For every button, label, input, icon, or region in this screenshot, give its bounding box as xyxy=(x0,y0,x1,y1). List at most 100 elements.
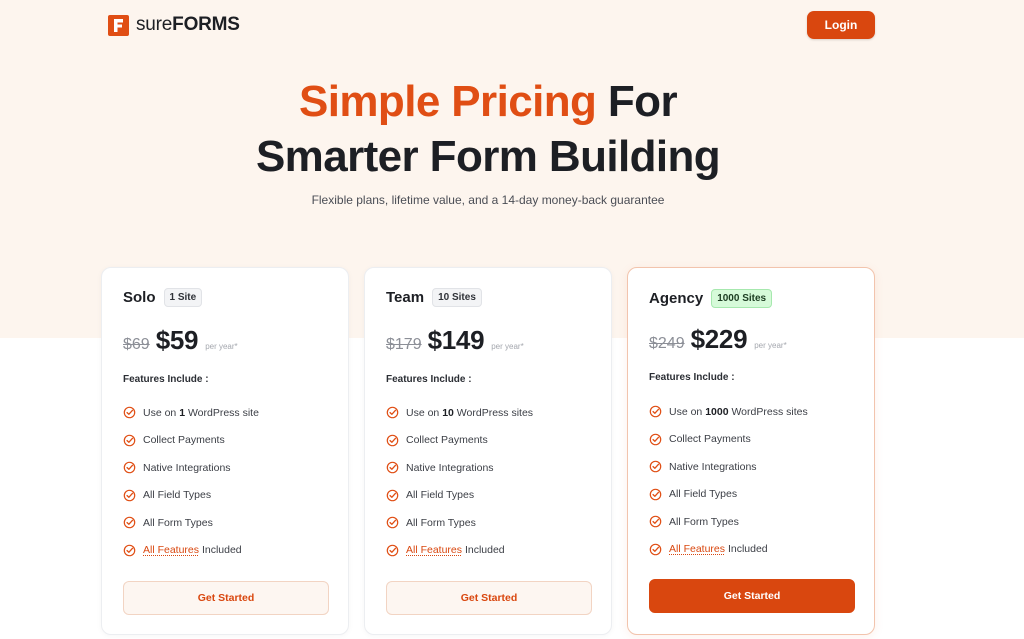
price-period: per year* xyxy=(754,341,787,350)
pricing-card-team: Team 10 Sites $179 $149 per year* Featur… xyxy=(364,267,612,635)
feature-item: All Field Types xyxy=(649,481,808,509)
price-period: per year* xyxy=(491,342,524,351)
feature-item: All Field Types xyxy=(123,482,259,510)
feature-item: Use on 1 WordPress site xyxy=(123,399,259,427)
feature-site-count: 10 xyxy=(442,406,454,419)
feature-text: All Field Types xyxy=(143,489,212,502)
title-rest: For xyxy=(596,77,678,126)
feature-text: Use on 1 WordPress site xyxy=(143,406,259,419)
price-row: $69 $59 per year* xyxy=(123,325,238,356)
feature-site-count: 1 xyxy=(179,406,186,419)
plan-sites-badge: 10 Sites xyxy=(432,288,482,307)
get-started-button[interactable]: Get Started xyxy=(649,579,855,613)
price-row: $179 $149 per year* xyxy=(386,325,524,356)
features-heading: Features Include : xyxy=(386,374,472,385)
check-circle-icon xyxy=(386,516,399,529)
feature-list: Use on 1000 WordPress sites Collect Payme… xyxy=(649,398,808,563)
page-title: Simple Pricing For Smarter Form Building xyxy=(0,74,976,184)
old-price: $69 xyxy=(123,336,150,353)
feature-item: Collect Payments xyxy=(123,427,259,455)
features-heading: Features Include : xyxy=(649,372,735,383)
get-started-button[interactable]: Get Started xyxy=(123,581,329,615)
check-circle-icon xyxy=(649,433,662,446)
plan-name: Team xyxy=(386,289,425,306)
feature-item: All Form Types xyxy=(386,509,533,537)
feature-text: All Field Types xyxy=(406,489,475,502)
get-started-button[interactable]: Get Started xyxy=(386,581,592,615)
check-circle-icon xyxy=(123,544,136,557)
check-circle-icon xyxy=(123,516,136,529)
all-features-link[interactable]: All Features xyxy=(406,544,462,556)
feature-text: Collect Payments xyxy=(143,434,225,447)
title-line2: Smarter Form Building xyxy=(255,132,721,181)
check-circle-icon xyxy=(386,461,399,474)
check-circle-icon xyxy=(649,515,662,528)
card-header: Agency 1000 Sites xyxy=(649,289,773,308)
feature-site-count: 1000 xyxy=(705,405,729,418)
price-row: $249 $229 per year* xyxy=(649,324,787,355)
site-header: sureFORMS Login xyxy=(0,0,1024,50)
pricing-card-solo: Solo 1 Site $69 $59 per year* Features I… xyxy=(101,267,349,635)
current-price: $149 xyxy=(427,325,485,355)
feature-text: All Form Types xyxy=(406,516,476,529)
feature-item: Collect Payments xyxy=(649,426,808,454)
features-heading: Features Include : xyxy=(123,374,209,385)
feature-text: Native Integrations xyxy=(406,461,494,474)
check-circle-icon xyxy=(649,488,662,501)
logo-wordmark: sureFORMS xyxy=(136,14,240,36)
feature-item: Native Integrations xyxy=(386,454,533,482)
feature-text: All Field Types xyxy=(669,488,738,501)
feature-text: Native Integrations xyxy=(143,461,231,474)
feature-text: Use on 10 WordPress sites xyxy=(406,406,534,419)
feature-text: All Form Types xyxy=(669,515,739,528)
all-features-link[interactable]: All Features xyxy=(669,543,725,555)
feature-item: All Field Types xyxy=(386,482,533,510)
check-circle-icon xyxy=(123,434,136,447)
check-circle-icon xyxy=(123,406,136,419)
feature-item: Use on 1000 WordPress sites xyxy=(649,398,808,426)
check-circle-icon xyxy=(649,405,662,418)
feature-text: All Features Included xyxy=(669,543,768,556)
login-button[interactable]: Login xyxy=(807,11,875,39)
current-price: $229 xyxy=(690,324,748,354)
feature-item: Native Integrations xyxy=(649,453,808,481)
feature-item: All Form Types xyxy=(649,508,808,536)
feature-item-all-features: All Features Included xyxy=(649,536,808,564)
sureforms-logo[interactable]: sureFORMS xyxy=(108,14,240,36)
logo-wordmark-bold: FORMS xyxy=(172,14,240,35)
price-period: per year* xyxy=(205,342,238,351)
feature-text: All Features Included xyxy=(143,544,242,557)
old-price: $179 xyxy=(386,336,422,353)
pricing-card-agency: Agency 1000 Sites $249 $229 per year* Fe… xyxy=(627,267,875,635)
feature-list: Use on 10 WordPress sites Collect Payment… xyxy=(386,399,533,564)
feature-text: All Form Types xyxy=(143,516,213,529)
feature-text: Collect Payments xyxy=(669,433,751,446)
current-price: $59 xyxy=(155,325,199,355)
check-circle-icon xyxy=(649,460,662,473)
plan-name: Agency xyxy=(649,290,704,307)
feature-item-all-features: All Features Included xyxy=(386,537,533,565)
check-circle-icon xyxy=(123,489,136,502)
feature-text: Use on 1000 WordPress sites xyxy=(669,405,808,418)
feature-item: All Form Types xyxy=(123,509,259,537)
feature-item: Collect Payments xyxy=(386,427,533,455)
check-circle-icon xyxy=(386,489,399,502)
feature-text: All Features Included xyxy=(406,544,505,557)
logo-wordmark-light: sure xyxy=(136,14,173,35)
check-circle-icon xyxy=(386,544,399,557)
feature-text: Collect Payments xyxy=(406,434,488,447)
card-header: Team 10 Sites xyxy=(386,288,482,307)
feature-item: Use on 10 WordPress sites xyxy=(386,399,533,427)
card-header: Solo 1 Site xyxy=(123,288,203,307)
feature-item-all-features: All Features Included xyxy=(123,537,259,565)
all-features-link[interactable]: All Features xyxy=(143,544,199,556)
plan-sites-badge: 1000 Sites xyxy=(711,289,773,308)
check-circle-icon xyxy=(386,406,399,419)
old-price: $249 xyxy=(649,335,685,352)
plan-name: Solo xyxy=(123,289,156,306)
page-subtitle: Flexible plans, lifetime value, and a 14… xyxy=(311,193,665,207)
check-circle-icon xyxy=(123,461,136,474)
plan-sites-badge: 1 Site xyxy=(163,288,203,307)
feature-list: Use on 1 WordPress site Collect Payments N… xyxy=(123,399,259,564)
sureforms-logo-icon xyxy=(108,14,129,36)
